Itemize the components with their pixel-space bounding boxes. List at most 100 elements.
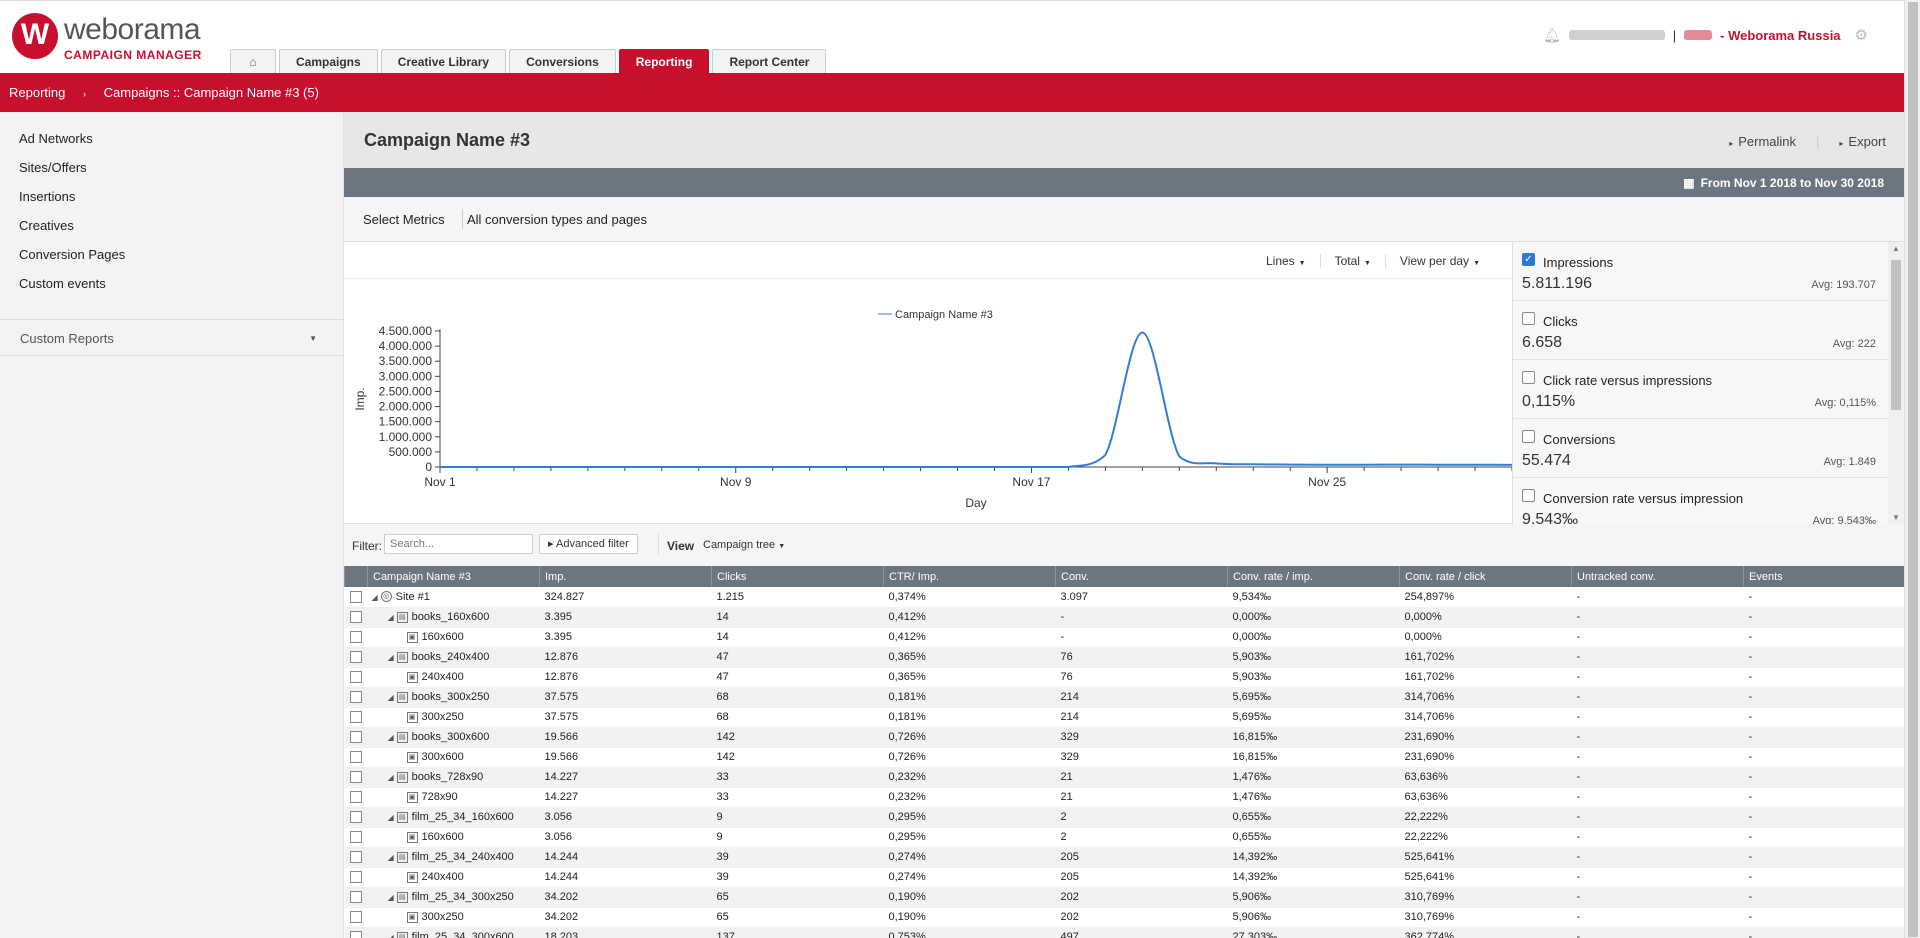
row-name[interactable]: books_240x400 — [412, 651, 490, 663]
column-header[interactable]: CTR/ Imp. — [883, 566, 1056, 587]
table-row[interactable]: ▣ 300x250 37.575 68 0,181% 214 5,695‰ 314,706% -… — [344, 707, 1904, 728]
table-row[interactable]: ◢ ▤ film_25_34_240x400 14.244 39 0,274% 205 14,… — [344, 847, 1904, 868]
search-input[interactable] — [384, 534, 533, 554]
table-row[interactable]: ◢ ▤ books_240x400 12.876 47 0,365% 76 5,903‰ 161… — [344, 647, 1904, 668]
row-checkbox[interactable] — [349, 891, 362, 904]
table-row[interactable]: ▣ 728x90 14.227 33 0,232% 21 1,476‰ 63,636% - - — [344, 787, 1904, 808]
column-header[interactable]: Conv. rate / imp. — [1227, 566, 1400, 587]
table-row[interactable]: ◢ ◎ Site #1 324.827 1.215 0,374% 3.097 9,534‰ 25… — [344, 587, 1904, 608]
row-checkbox[interactable] — [349, 671, 362, 684]
column-header[interactable]: Untracked conv. — [1571, 566, 1744, 587]
table-row[interactable]: ▣ 300x600 19.566 142 0,726% 329 16,815‰ 231,690… — [344, 747, 1904, 768]
scrollbar-thumb[interactable] — [1908, 2, 1918, 937]
gear-icon[interactable]: ⚙︎ — [1855, 26, 1868, 44]
table-row[interactable]: ▣ 160x600 3.395 14 0,412% -0,000‰ 0,000% - - — [344, 627, 1904, 648]
breadcrumb-reporting[interactable]: Reporting — [9, 85, 65, 100]
metric-click-rate[interactable]: Click rate versus impressions 0,115% Avg… — [1513, 360, 1888, 419]
metric-checkbox[interactable]: ✓ — [1522, 253, 1535, 266]
scrollbar-thumb[interactable] — [1891, 260, 1901, 410]
row-name[interactable]: 300x250 — [422, 711, 464, 723]
table-row[interactable]: ▣ 160x600 3.056 9 0,295% 2 0,655‰ 22,222% - - — [344, 827, 1904, 848]
tab-report-center[interactable]: Report Center — [712, 49, 827, 74]
metric-clicks[interactable]: Clicks 6.658 Avg: 222 — [1513, 301, 1888, 360]
column-header[interactable]: Conv. rate / click — [1399, 566, 1572, 587]
row-checkbox[interactable] — [349, 590, 362, 603]
row-checkbox[interactable] — [349, 871, 362, 884]
select-metrics-button[interactable]: Select Metrics — [363, 212, 445, 227]
table-row[interactable]: ◢ ▤ books_728x90 14.227 33 0,232% 21 1,476‰ 63,6… — [344, 767, 1904, 788]
metric-conversions[interactable]: Conversions 55.474 Avg: 1.849 — [1513, 419, 1888, 478]
row-name[interactable]: 160x600 — [422, 631, 464, 643]
row-checkbox[interactable] — [349, 831, 362, 844]
row-checkbox[interactable] — [349, 651, 362, 664]
sidebar-item-creatives[interactable]: Creatives — [0, 211, 343, 240]
table-row[interactable]: ◢ ▤ books_160x600 3.395 14 0,412% -0,000‰ 0,000… — [344, 607, 1904, 628]
weborama-logo[interactable]: W weborama CAMPAIGN MANAGER — [12, 13, 212, 63]
export-link[interactable]: ▸ Export — [1839, 134, 1886, 149]
row-name[interactable]: film_25_34_300x250 — [412, 891, 514, 903]
row-checkbox[interactable] — [349, 851, 362, 864]
metric-checkbox[interactable] — [1522, 430, 1535, 443]
expand-toggle-icon[interactable]: ◢ — [388, 653, 394, 662]
tab-campaigns[interactable]: Campaigns — [279, 49, 378, 74]
expand-toggle-icon[interactable]: ◢ — [388, 813, 394, 822]
row-name[interactable]: film_25_34_300x600 — [412, 931, 514, 938]
page-scrollbar[interactable] — [1904, 0, 1920, 938]
notification-bell-icon[interactable]: 🔔︎ — [1543, 27, 1561, 44]
date-range-picker[interactable]: ▦ From Nov 1 2018 to Nov 30 2018 — [1683, 176, 1884, 190]
row-checkbox[interactable] — [349, 931, 362, 938]
metric-checkbox[interactable] — [1522, 489, 1535, 502]
expand-toggle-icon[interactable]: ◢ — [388, 893, 394, 902]
column-header[interactable]: Conv. — [1055, 566, 1228, 587]
table-row[interactable]: ◢ ▤ film_25_34_300x250 34.202 65 0,190% 202 5,9… — [344, 887, 1904, 908]
row-name[interactable]: Site #1 — [396, 591, 430, 603]
aggregation-dropdown[interactable]: Total ▼ — [1319, 254, 1385, 268]
tab-reporting[interactable]: Reporting — [618, 49, 710, 74]
column-header[interactable]: Clicks — [711, 566, 884, 587]
row-checkbox[interactable] — [349, 811, 362, 824]
row-checkbox[interactable] — [349, 751, 362, 764]
scroll-up-icon[interactable]: ▲ — [1892, 244, 1900, 253]
expand-toggle-icon[interactable]: ◢ — [388, 733, 394, 742]
row-name[interactable]: film_25_34_240x400 — [412, 851, 514, 863]
row-name[interactable]: 160x600 — [422, 831, 464, 843]
expand-toggle-icon[interactable]: ◢ — [388, 773, 394, 782]
expand-toggle-icon[interactable]: ◢ — [388, 853, 394, 862]
metric-checkbox[interactable] — [1522, 312, 1535, 325]
row-checkbox[interactable] — [349, 711, 362, 724]
row-checkbox[interactable] — [349, 731, 362, 744]
row-name[interactable]: 300x250 — [422, 911, 464, 923]
table-row[interactable]: ◢ ▤ film_25_34_160x600 3.056 9 0,295% 2 0,655‰ 2… — [344, 807, 1904, 828]
row-checkbox[interactable] — [349, 771, 362, 784]
row-checkbox[interactable] — [349, 631, 362, 644]
expand-toggle-icon[interactable]: ◢ — [388, 933, 394, 938]
row-name[interactable]: 300x600 — [422, 751, 464, 763]
row-name[interactable]: books_300x250 — [412, 691, 490, 703]
metric-conversion-rate[interactable]: Conversion rate versus impression 9,543‰… — [1513, 478, 1888, 524]
sidebar-item-conversion-pages[interactable]: Conversion Pages — [0, 240, 343, 269]
table-row[interactable]: ▣ 240x400 12.876 47 0,365% 76 5,903‰ 161,702% - - — [344, 667, 1904, 688]
table-row[interactable]: ▣ 300x250 34.202 65 0,190% 202 5,906‰ 310,769% -… — [344, 907, 1904, 928]
table-row[interactable]: ◢ ▤ books_300x250 37.575 68 0,181% 214 5,695‰ 31… — [344, 687, 1904, 708]
row-checkbox[interactable] — [349, 791, 362, 804]
custom-reports-toggle[interactable]: Custom Reports ▼ — [0, 319, 343, 356]
permalink-link[interactable]: ▸ Permalink — [1729, 134, 1796, 149]
row-name[interactable]: 728x90 — [422, 791, 458, 803]
table-row[interactable]: ◢ ▤ film_25_34_300x600 18.203 137 0,753% 497 27… — [344, 927, 1904, 938]
scroll-down-icon[interactable]: ▼ — [1892, 513, 1900, 522]
metric-impressions[interactable]: ✓ Impressions 5.811.196 Avg: 193.707 — [1513, 242, 1888, 301]
row-checkbox[interactable] — [349, 911, 362, 924]
view-selector[interactable]: Campaign tree ▼ — [703, 539, 785, 551]
row-name[interactable]: books_728x90 — [412, 771, 484, 783]
advanced-filter-button[interactable]: ▸ Advanced filter — [539, 534, 638, 554]
metric-checkbox[interactable] — [1522, 371, 1535, 384]
table-row[interactable]: ◢ ▤ books_300x600 19.566 142 0,726% 329 16,815‰… — [344, 727, 1904, 748]
expand-toggle-icon[interactable]: ◢ — [388, 613, 394, 622]
expand-toggle-icon[interactable]: ◢ — [388, 693, 394, 702]
sidebar-item-ad-networks[interactable]: Ad Networks — [0, 124, 343, 153]
sidebar-item-insertions[interactable]: Insertions — [0, 182, 343, 211]
breadcrumb-campaign[interactable]: Campaigns :: Campaign Name #3 (5) — [104, 85, 319, 100]
column-header[interactable]: Events — [1743, 566, 1904, 587]
table-row[interactable]: ▣ 240x400 14.244 39 0,274% 205 14,392‰ 525,641%… — [344, 867, 1904, 888]
tab-home[interactable]: ⌂ — [230, 49, 276, 74]
